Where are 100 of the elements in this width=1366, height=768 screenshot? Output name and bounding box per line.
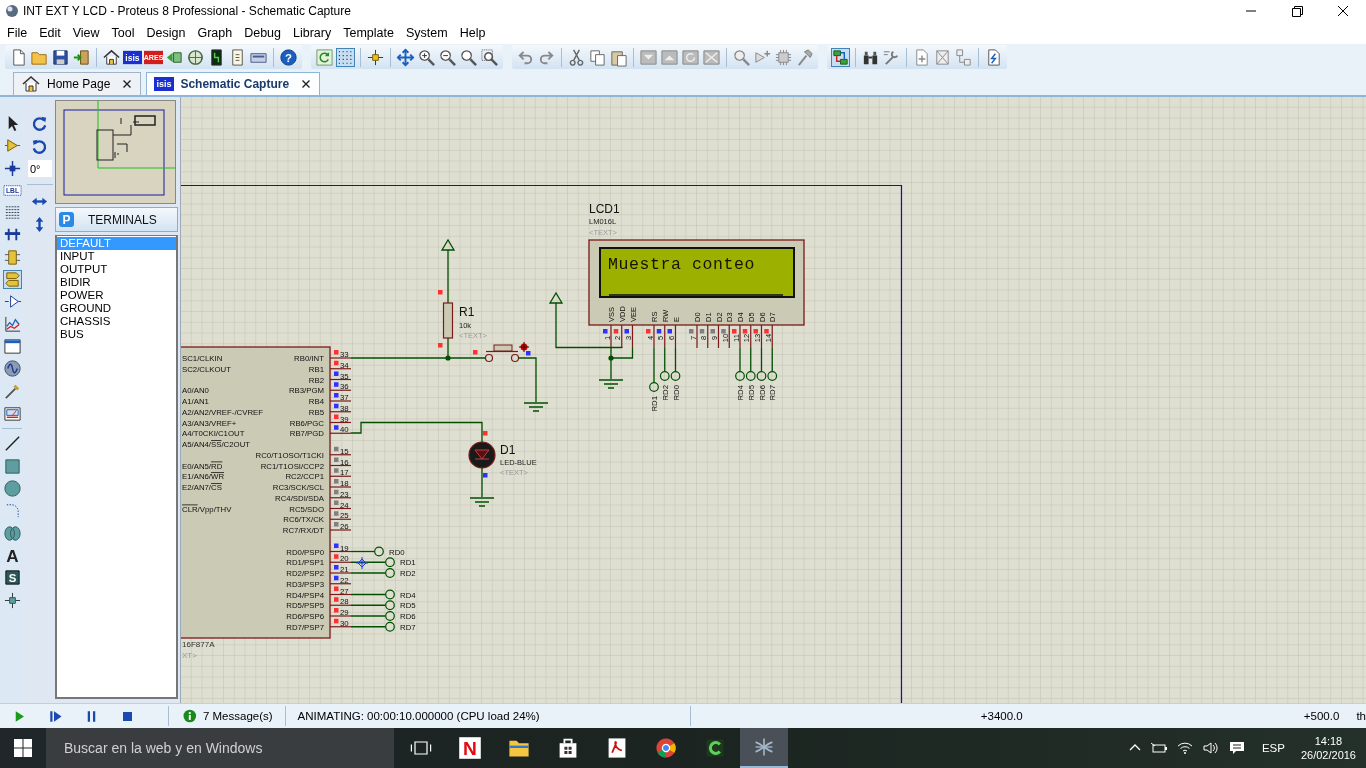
wire [350,626,387,628]
magnifier-icon[interactable] [732,47,751,67]
sheet-tree-icon[interactable] [954,47,973,67]
marker-icon[interactable] [2,590,22,610]
menu-item[interactable]: Design [140,26,192,40]
step-icon[interactable] [48,708,63,724]
component-name: D1 [500,443,516,457]
globe-icon[interactable] [186,47,205,67]
taskbar-button[interactable]: N [446,728,494,768]
power-terminal-symbol [440,238,456,251]
window-icon[interactable] [2,336,22,356]
pin-line [329,400,352,402]
lcd-text: Muestra conteo [608,255,756,274]
magnifier-icon[interactable] [459,47,478,67]
menu-item[interactable]: Tool [105,26,141,40]
closed-path-icon[interactable] [2,523,22,543]
menu-item[interactable]: Template [337,26,400,40]
menu-item[interactable]: Help [453,26,492,40]
generator-icon[interactable] [2,359,22,379]
menu-item[interactable]: Library [287,26,338,40]
list-item[interactable]: BIDIR [57,276,176,289]
pin-line [329,378,352,381]
pin-line [771,324,773,349]
hammer-icon[interactable] [795,47,814,67]
wifi-icon[interactable] [1175,741,1194,755]
zoom-out-icon[interactable] [438,47,457,67]
door-arrow-icon[interactable] [72,47,91,67]
symbol-icon[interactable]: S [2,568,22,588]
copy-icon[interactable] [588,47,607,67]
notifications-icon[interactable] [1227,740,1246,756]
close-icon[interactable] [122,79,133,89]
rotate-counterclockwise-icon[interactable] [30,137,49,156]
info-icon[interactable] [183,709,197,723]
menu-item[interactable]: System [400,26,454,40]
wire [350,593,387,596]
menu-item[interactable]: Graph [191,26,239,40]
app-icon [5,4,19,18]
pin-line [728,324,730,349]
pin-line [329,357,352,359]
clock-date[interactable]: 26/02/2016 [1300,748,1356,762]
list-item[interactable]: POWER [57,289,176,302]
junction-icon[interactable] [2,158,22,178]
part-label: 16F877A [182,640,215,649]
text-icon[interactable]: A [2,545,22,565]
wire [739,347,741,373]
list-item[interactable]: BUS [57,328,176,341]
terminal-circle [767,371,778,381]
zoom-in-icon[interactable] [417,47,436,67]
zoom-area-icon[interactable] [480,47,499,67]
rotation-angle-field[interactable]: 0° [28,160,52,177]
terminal-circle [385,600,395,611]
chrome-icon [654,736,678,760]
document-tab[interactable]: isis Schematic Capture [146,72,321,95]
pin-line [621,324,623,349]
volume-icon[interactable] [1201,741,1220,755]
document-tab[interactable]: Home Page [13,72,142,95]
crosshair-icon[interactable] [366,47,385,67]
refresh-icon[interactable] [315,47,334,67]
wire [750,347,752,373]
help-icon[interactable]: ? [279,47,298,67]
netflix-logo: N [458,736,482,760]
pin-line [329,389,352,391]
picker-badge[interactable]: P [59,212,74,227]
graph-icon[interactable] [2,314,22,334]
circle-icon[interactable] [2,479,22,499]
overview-map[interactable] [55,100,176,204]
rotate-clockwise-icon[interactable] [30,114,49,133]
grid-icon[interactable] [336,47,355,67]
list-item[interactable]: CHASSIS [57,315,176,328]
wire [350,550,376,553]
clock-time[interactable]: 14:18 [1314,734,1343,748]
scissors-icon[interactable] [567,47,586,67]
tab-label: Home Page [47,77,111,91]
windows-start-icon[interactable] [14,739,32,757]
chip-icon[interactable] [774,47,793,67]
menu-item[interactable]: View [66,26,106,40]
menu-item[interactable]: File [1,26,34,40]
pin-line [653,324,655,349]
pan-arrows-icon[interactable] [396,47,415,67]
pin-line [696,324,698,349]
terminal-icon[interactable] [2,270,22,290]
menu-item[interactable]: Debug [238,26,288,40]
battery-icon[interactable] [1149,741,1168,755]
menu-item[interactable]: Edit [33,26,67,40]
terminal-circle [670,371,681,381]
list-item[interactable]: OUTPUT [57,263,176,276]
pin-line [739,324,741,349]
terminal-circle [756,371,767,381]
close-icon[interactable] [301,79,312,89]
language-indicator[interactable]: ESP [1261,742,1285,754]
messages-count[interactable]: 7 Message(s) [202,710,279,722]
list-item[interactable]: GROUND [57,302,176,315]
design-explorer-icon[interactable] [831,47,850,67]
subcircuit-icon[interactable] [2,247,22,267]
home-icon[interactable] [102,47,121,67]
list-item[interactable]: INPUT [57,250,176,263]
pin-line [674,324,677,349]
search-field[interactable]: Buscar en la web y en Windows [46,728,394,768]
tab-label: Schematic Capture [180,77,290,91]
simulation-status: ANIMATING: 00:00:10.000000 (CPU load 24%) [296,710,541,722]
